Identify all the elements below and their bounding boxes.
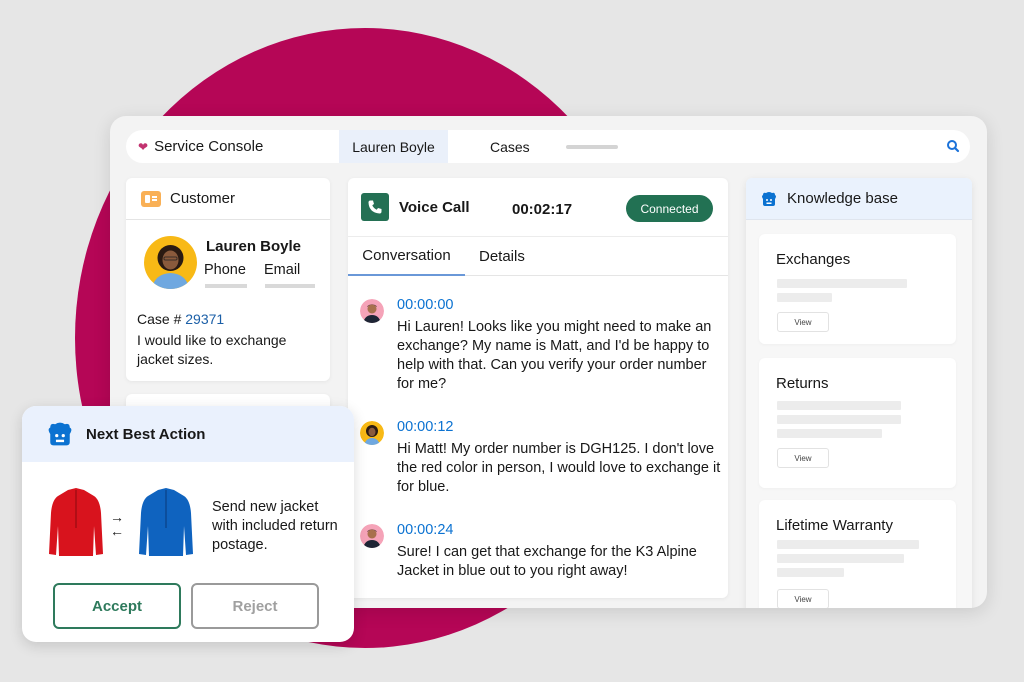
customer-card-header: Customer <box>126 178 330 220</box>
search-icon[interactable] <box>946 139 960 153</box>
case-prefix: Case # <box>137 311 186 327</box>
agent-avatar <box>360 524 384 548</box>
astro-icon <box>48 422 72 446</box>
message-timestamp: 00:00:24 <box>397 522 454 538</box>
phone-value-placeholder <box>205 284 247 288</box>
knowledge-base-title: Knowledge base <box>787 190 898 207</box>
tab-conversation[interactable]: Conversation <box>348 237 465 276</box>
astro-icon <box>762 191 776 206</box>
text-placeholder <box>777 293 832 302</box>
text-placeholder <box>777 401 901 410</box>
text-placeholder <box>777 554 904 563</box>
tab-lauren-boyle[interactable]: Lauren Boyle <box>339 130 448 163</box>
message-timestamp: 00:00:12 <box>397 419 454 435</box>
customer-card-title: Customer <box>170 190 236 207</box>
knowledge-base-panel: Knowledge base Exchanges View Returns Vi… <box>746 178 972 608</box>
phone-icon <box>361 193 389 221</box>
call-timer: 00:02:17 <box>512 201 573 218</box>
swap-arrows-icon: → ← <box>110 510 124 538</box>
kb-article-exchanges[interactable]: Exchanges View <box>759 234 956 344</box>
case-description: I would like to exchange jacket sizes. <box>137 332 287 367</box>
text-placeholder <box>777 279 907 288</box>
text-placeholder <box>777 429 882 438</box>
accept-button[interactable]: Accept <box>53 583 181 629</box>
text-placeholder <box>777 540 919 549</box>
text-placeholder <box>777 568 844 577</box>
voice-call-card: Voice Call 00:02:17 Connected Conversati… <box>348 178 728 598</box>
phone-label[interactable]: Phone <box>204 262 246 278</box>
knowledge-base-header: Knowledge base <box>746 178 972 220</box>
next-best-action-header: Next Best Action <box>22 406 354 462</box>
customer-avatar <box>144 236 197 289</box>
arrow-right-icon: → <box>110 509 124 525</box>
agent-avatar <box>360 299 384 323</box>
arrow-left-icon: ← <box>110 523 124 539</box>
kb-article-lifetime-warranty[interactable]: Lifetime Warranty View <box>759 500 956 608</box>
voice-call-title: Voice Call <box>399 199 470 216</box>
view-button[interactable]: View <box>777 312 829 332</box>
kb-article-title: Exchanges <box>776 251 851 268</box>
kb-article-title: Returns <box>776 375 829 392</box>
message-text: Hi Matt! My order number is DGH125. I do… <box>397 441 721 495</box>
view-button[interactable]: View <box>777 589 829 608</box>
blue-jacket-image <box>139 488 193 556</box>
message-text: Sure! I can get that exchange for the K3… <box>397 544 697 579</box>
view-button[interactable]: View <box>777 448 829 468</box>
next-best-action-card: Next Best Action → ← Send new jacket wit… <box>22 406 354 642</box>
message-timestamp: 00:00:00 <box>397 297 454 313</box>
customer-name: Lauren Boyle <box>206 238 302 255</box>
tab-cases[interactable]: Cases <box>480 130 540 163</box>
customer-card: Customer Lauren Boyle Phone Email Case #… <box>126 178 330 381</box>
heart-icon: ❤ <box>138 139 149 154</box>
next-best-action-description: Send new jacket with included return pos… <box>212 499 338 553</box>
kb-article-returns[interactable]: Returns View <box>759 358 956 488</box>
red-jacket-image <box>49 488 103 556</box>
email-value-placeholder <box>265 284 315 288</box>
message-text: Hi Lauren! Looks like you might need to … <box>397 319 712 392</box>
case-line: Case # 29371 <box>137 311 224 327</box>
tab-details[interactable]: Details <box>465 237 539 276</box>
kb-article-title: Lifetime Warranty <box>776 517 893 534</box>
reject-button[interactable]: Reject <box>191 583 319 629</box>
case-number-link[interactable]: 29371 <box>185 311 224 327</box>
text-placeholder <box>777 415 901 424</box>
customer-avatar-small <box>360 421 384 445</box>
app-name[interactable]: ❤ Service Console <box>126 138 339 155</box>
voice-call-header: Voice Call 00:02:17 Connected <box>348 178 728 237</box>
app-name-label: Service Console <box>154 138 264 155</box>
email-label[interactable]: Email <box>264 262 300 278</box>
next-best-action-title: Next Best Action <box>86 425 206 443</box>
contact-card-icon <box>141 190 161 207</box>
placeholder-bar <box>565 144 618 149</box>
console-navbar: ❤ Service Console Lauren Boyle Cases <box>126 130 970 163</box>
voice-call-tabs: Conversation Details <box>348 237 728 276</box>
call-status-badge: Connected <box>626 195 713 222</box>
